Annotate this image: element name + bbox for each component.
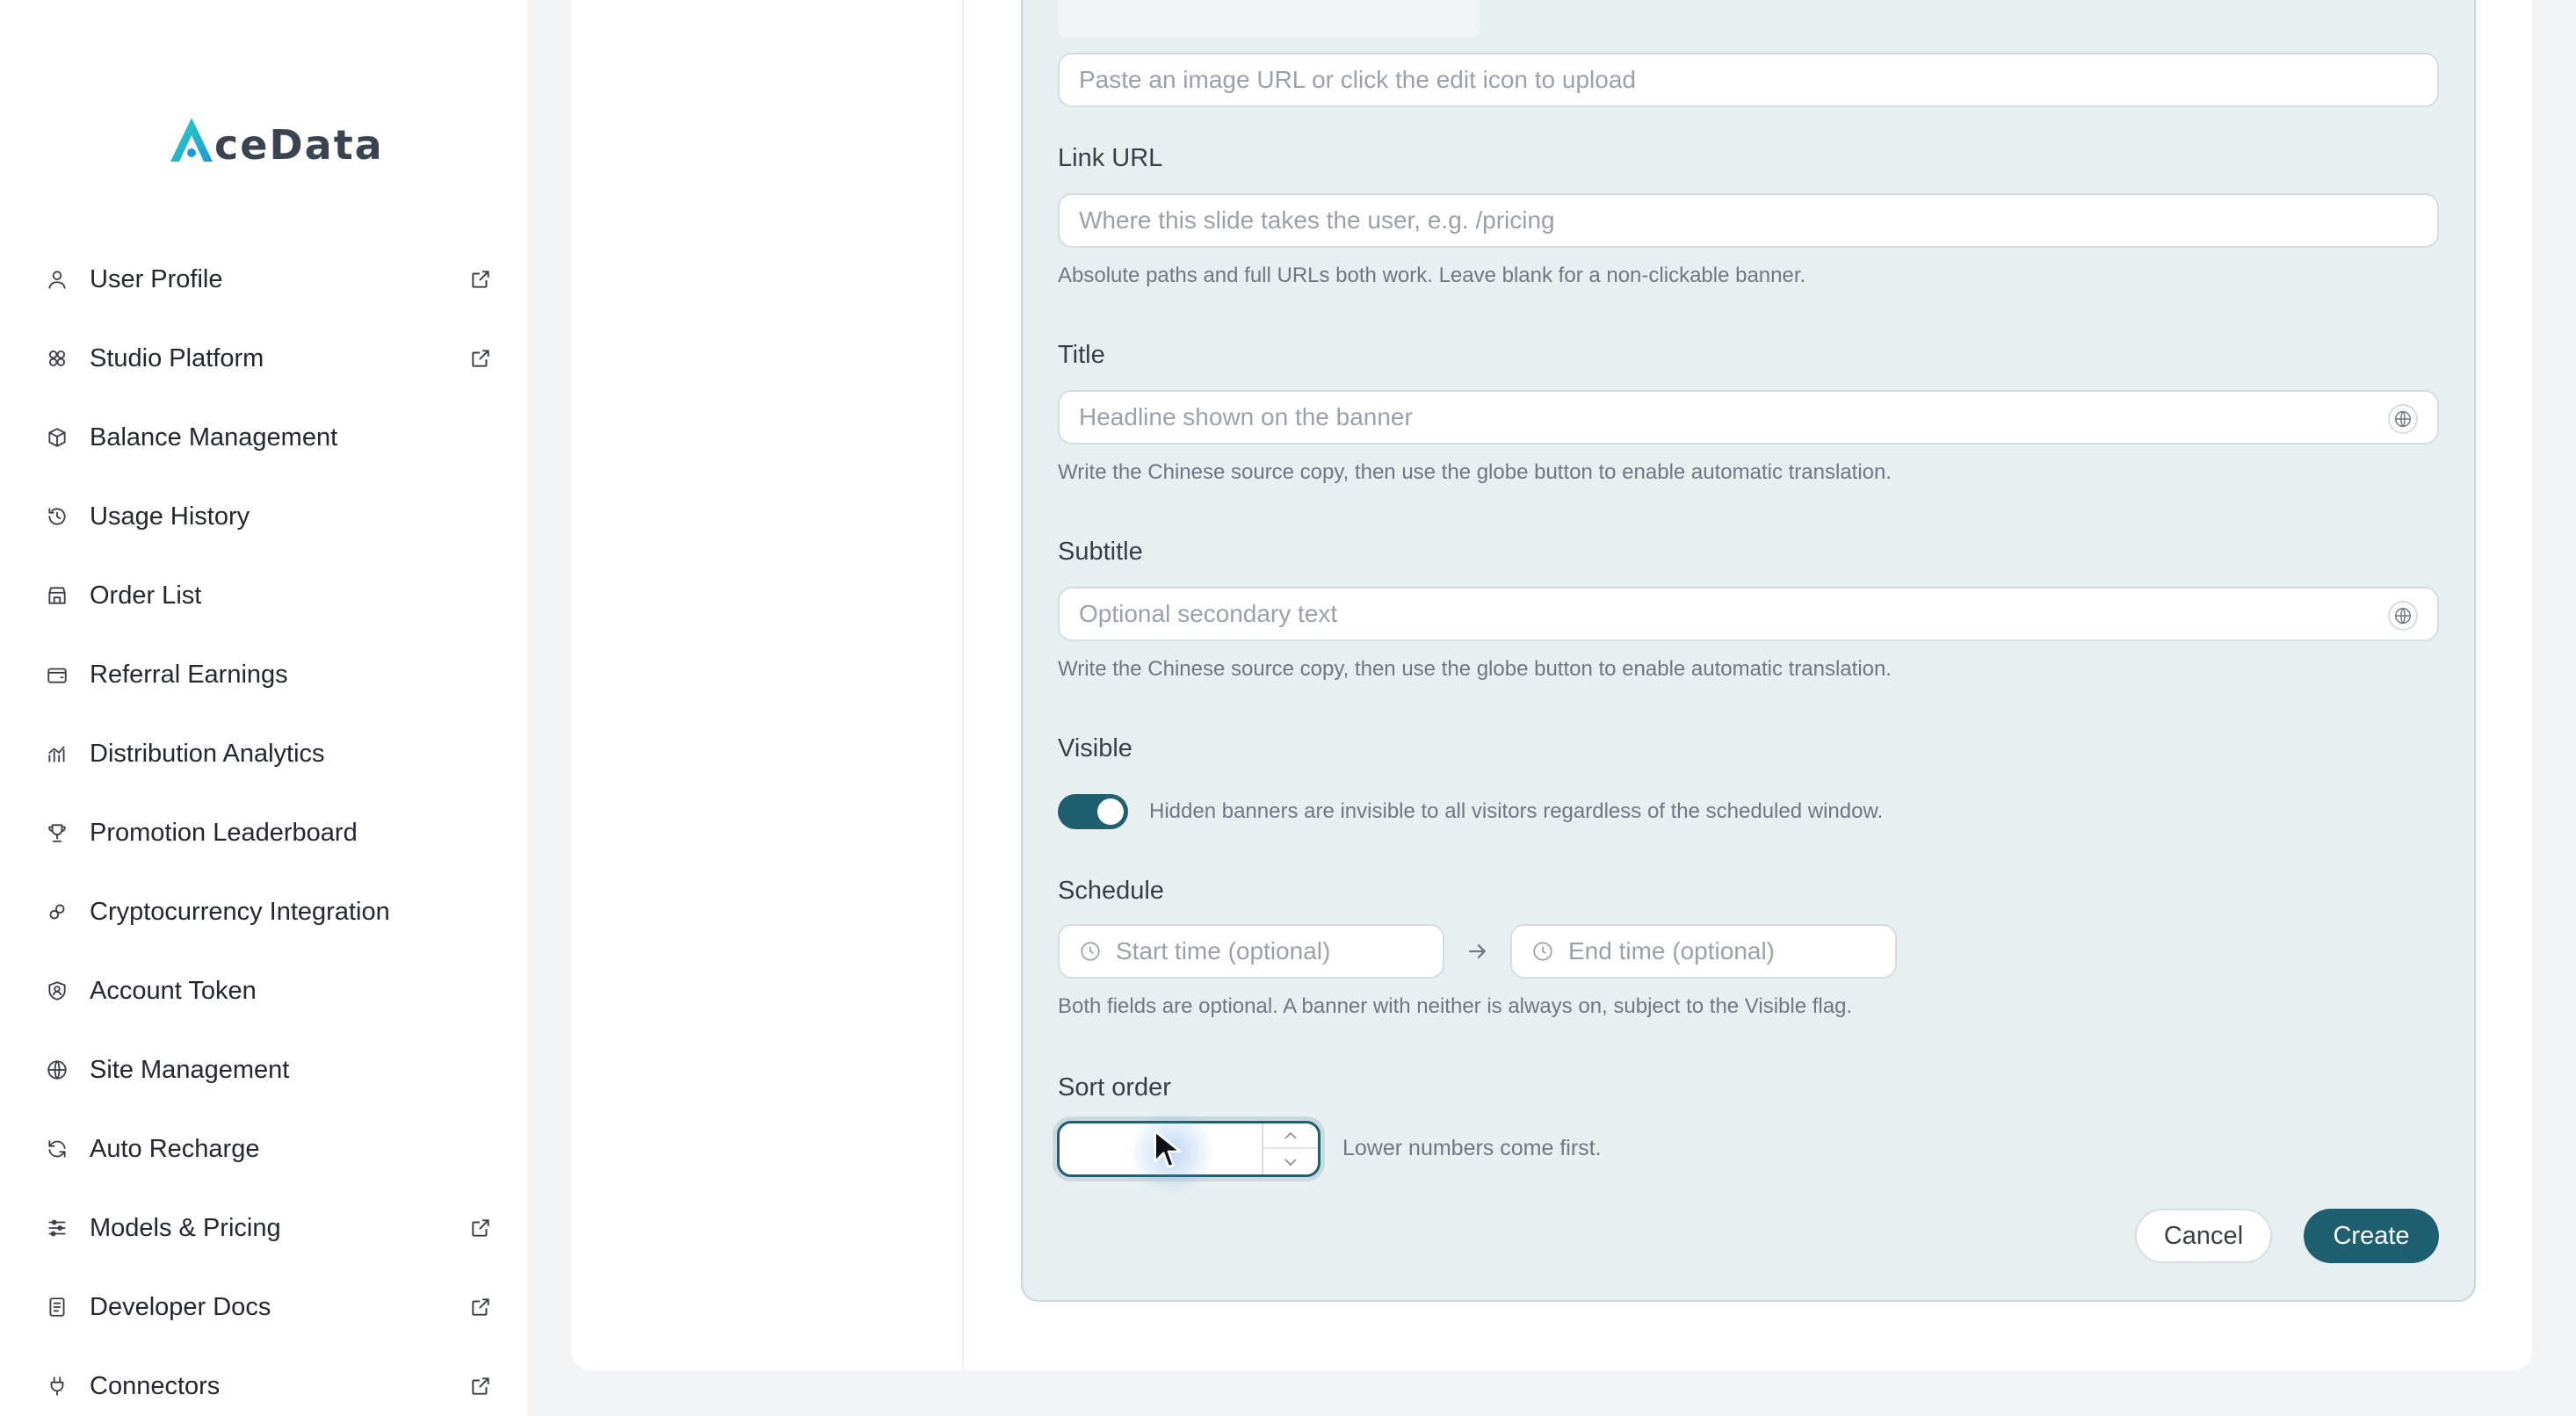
sidebar-item-referral-earnings[interactable]: Referral Earnings	[44, 650, 496, 699]
cancel-button[interactable]: Cancel	[2135, 1209, 2272, 1263]
user-icon	[44, 266, 70, 293]
title-placeholder: Headline shown on the banner	[1079, 403, 1413, 430]
external-link-icon	[469, 347, 492, 370]
mouse-pointer-icon	[1154, 1130, 1182, 1168]
sidebar-item-label: Promotion Leaderboard	[90, 818, 358, 847]
end-time-placeholder: End time (optional)	[1568, 937, 1776, 964]
subtitle-placeholder: Optional secondary text	[1079, 600, 1338, 627]
sidebar-item-label: User Profile	[90, 264, 223, 293]
sidebar-item-usage-history[interactable]: Usage History	[44, 492, 496, 541]
sidebar-item-label: Cryptocurrency Integration	[90, 897, 390, 926]
sidebar-item-label: Models & Pricing	[90, 1213, 281, 1242]
arrow-right-icon	[1469, 943, 1487, 959]
crypto-link-icon	[44, 899, 70, 925]
sidebar-item-order-list[interactable]: Order List	[44, 571, 496, 620]
store-icon	[44, 582, 70, 609]
sidebar-item-studio-platform[interactable]: Studio Platform	[44, 334, 496, 383]
link-url-label: Link URL	[1058, 144, 1163, 172]
title-input[interactable]: Headline shown on the banner	[1058, 390, 2439, 444]
link-url-placeholder: Where this slide takes the user, e.g. /p…	[1079, 206, 1555, 234]
sidebar-item-label: Account Token	[90, 976, 257, 1005]
trophy-icon	[44, 820, 70, 846]
sidebar-item-connectors[interactable]: Connectors	[44, 1362, 496, 1411]
sidebar-item-label: Site Management	[90, 1055, 290, 1084]
refresh-icon	[44, 1136, 70, 1162]
image-url-input[interactable]: Paste an image URL or click the edit ico…	[1058, 53, 2439, 107]
end-time-input[interactable]: End time (optional)	[1510, 924, 1897, 979]
sidebar-item-developer-docs[interactable]: Developer Docs	[44, 1282, 496, 1332]
chart-icon	[44, 741, 70, 767]
sliders-icon	[44, 1215, 70, 1241]
sidebar-item-user-profile[interactable]: User Profile	[44, 255, 496, 304]
visible-label: Visible	[1058, 734, 1132, 762]
sidebar-item-label: Balance Management	[90, 423, 338, 452]
sidebar-item-label: Distribution Analytics	[90, 739, 325, 768]
stepper-up-icon[interactable]	[1263, 1123, 1318, 1149]
subtitle-translate-globe-icon[interactable]	[2388, 601, 2418, 631]
title-translate-globe-icon[interactable]	[2388, 404, 2418, 434]
history-icon	[44, 503, 70, 530]
globe-icon	[44, 1057, 70, 1083]
sidebar-item-label: Referral Earnings	[90, 660, 288, 689]
external-link-icon	[469, 1217, 492, 1239]
acedata-logo[interactable]: ceData	[167, 104, 384, 165]
link-url-help: Absolute paths and full URLs both work. …	[1058, 264, 1806, 287]
shield-user-icon	[44, 978, 70, 1004]
sidebar-item-promotion-leaderboard[interactable]: Promotion Leaderboard	[44, 808, 496, 857]
sidebar-item-account-token[interactable]: Account Token	[44, 966, 496, 1015]
schedule-help: Both fields are optional. A banner with …	[1058, 994, 1853, 1018]
logo-text: ceData	[214, 121, 384, 169]
sidebar: ceData User Profile Studio Platform Balanc…	[0, 0, 527, 1416]
sidebar-item-label: Studio Platform	[90, 343, 264, 372]
sidebar-item-label: Auto Recharge	[90, 1134, 260, 1163]
schedule-label: Schedule	[1058, 877, 1164, 905]
image-url-placeholder: Paste an image URL or click the edit ico…	[1079, 66, 1636, 93]
sort-order-label: Sort order	[1058, 1073, 1171, 1102]
sidebar-item-label: Connectors	[90, 1371, 221, 1400]
sort-order-stepper	[1262, 1123, 1318, 1174]
title-help: Write the Chinese source copy, then use …	[1058, 460, 1892, 484]
subtitle-input[interactable]: Optional secondary text	[1058, 587, 2439, 641]
link-url-input[interactable]: Where this slide takes the user, e.g. /p…	[1058, 193, 2439, 248]
cubes-icon	[44, 345, 70, 372]
visible-help: Hidden banners are invisible to all visi…	[1149, 799, 1884, 823]
docs-icon	[44, 1294, 70, 1320]
sidebar-item-cryptocurrency-integration[interactable]: Cryptocurrency Integration	[44, 887, 496, 936]
visible-toggle[interactable]	[1058, 794, 1128, 829]
subtitle-label: Subtitle	[1058, 538, 1143, 566]
column-divider	[962, 0, 964, 1370]
create-button[interactable]: Create	[2304, 1209, 2439, 1263]
plug-icon	[44, 1373, 70, 1399]
wallet-icon	[44, 661, 70, 688]
external-link-icon	[469, 1296, 492, 1318]
clock-icon	[1081, 942, 1100, 961]
external-link-icon	[469, 268, 492, 291]
sidebar-item-label: Usage History	[90, 502, 250, 531]
sort-order-help: Lower numbers come first.	[1342, 1136, 1602, 1160]
clock-icon	[1533, 942, 1552, 961]
box-icon	[44, 424, 70, 451]
sidebar-item-label: Order List	[90, 581, 202, 610]
image-preview[interactable]	[1058, 0, 1480, 37]
sidebar-item-auto-recharge[interactable]: Auto Recharge	[44, 1124, 496, 1174]
stepper-down-icon[interactable]	[1263, 1149, 1318, 1174]
external-link-icon	[469, 1375, 492, 1398]
start-time-input[interactable]: Start time (optional)	[1058, 924, 1444, 979]
title-label: Title	[1058, 341, 1105, 369]
sidebar-item-distribution-analytics[interactable]: Distribution Analytics	[44, 729, 496, 778]
sidebar-item-models-pricing[interactable]: Models & Pricing	[44, 1203, 496, 1253]
logo-a-icon	[170, 118, 213, 162]
sidebar-item-site-management[interactable]: Site Management	[44, 1045, 496, 1095]
start-time-placeholder: Start time (optional)	[1116, 937, 1331, 964]
sidebar-item-label: Developer Docs	[90, 1292, 271, 1321]
sidebar-item-balance-management[interactable]: Balance Management	[44, 413, 496, 462]
toggle-knob	[1097, 798, 1124, 825]
subtitle-help: Write the Chinese source copy, then use …	[1058, 657, 1892, 681]
